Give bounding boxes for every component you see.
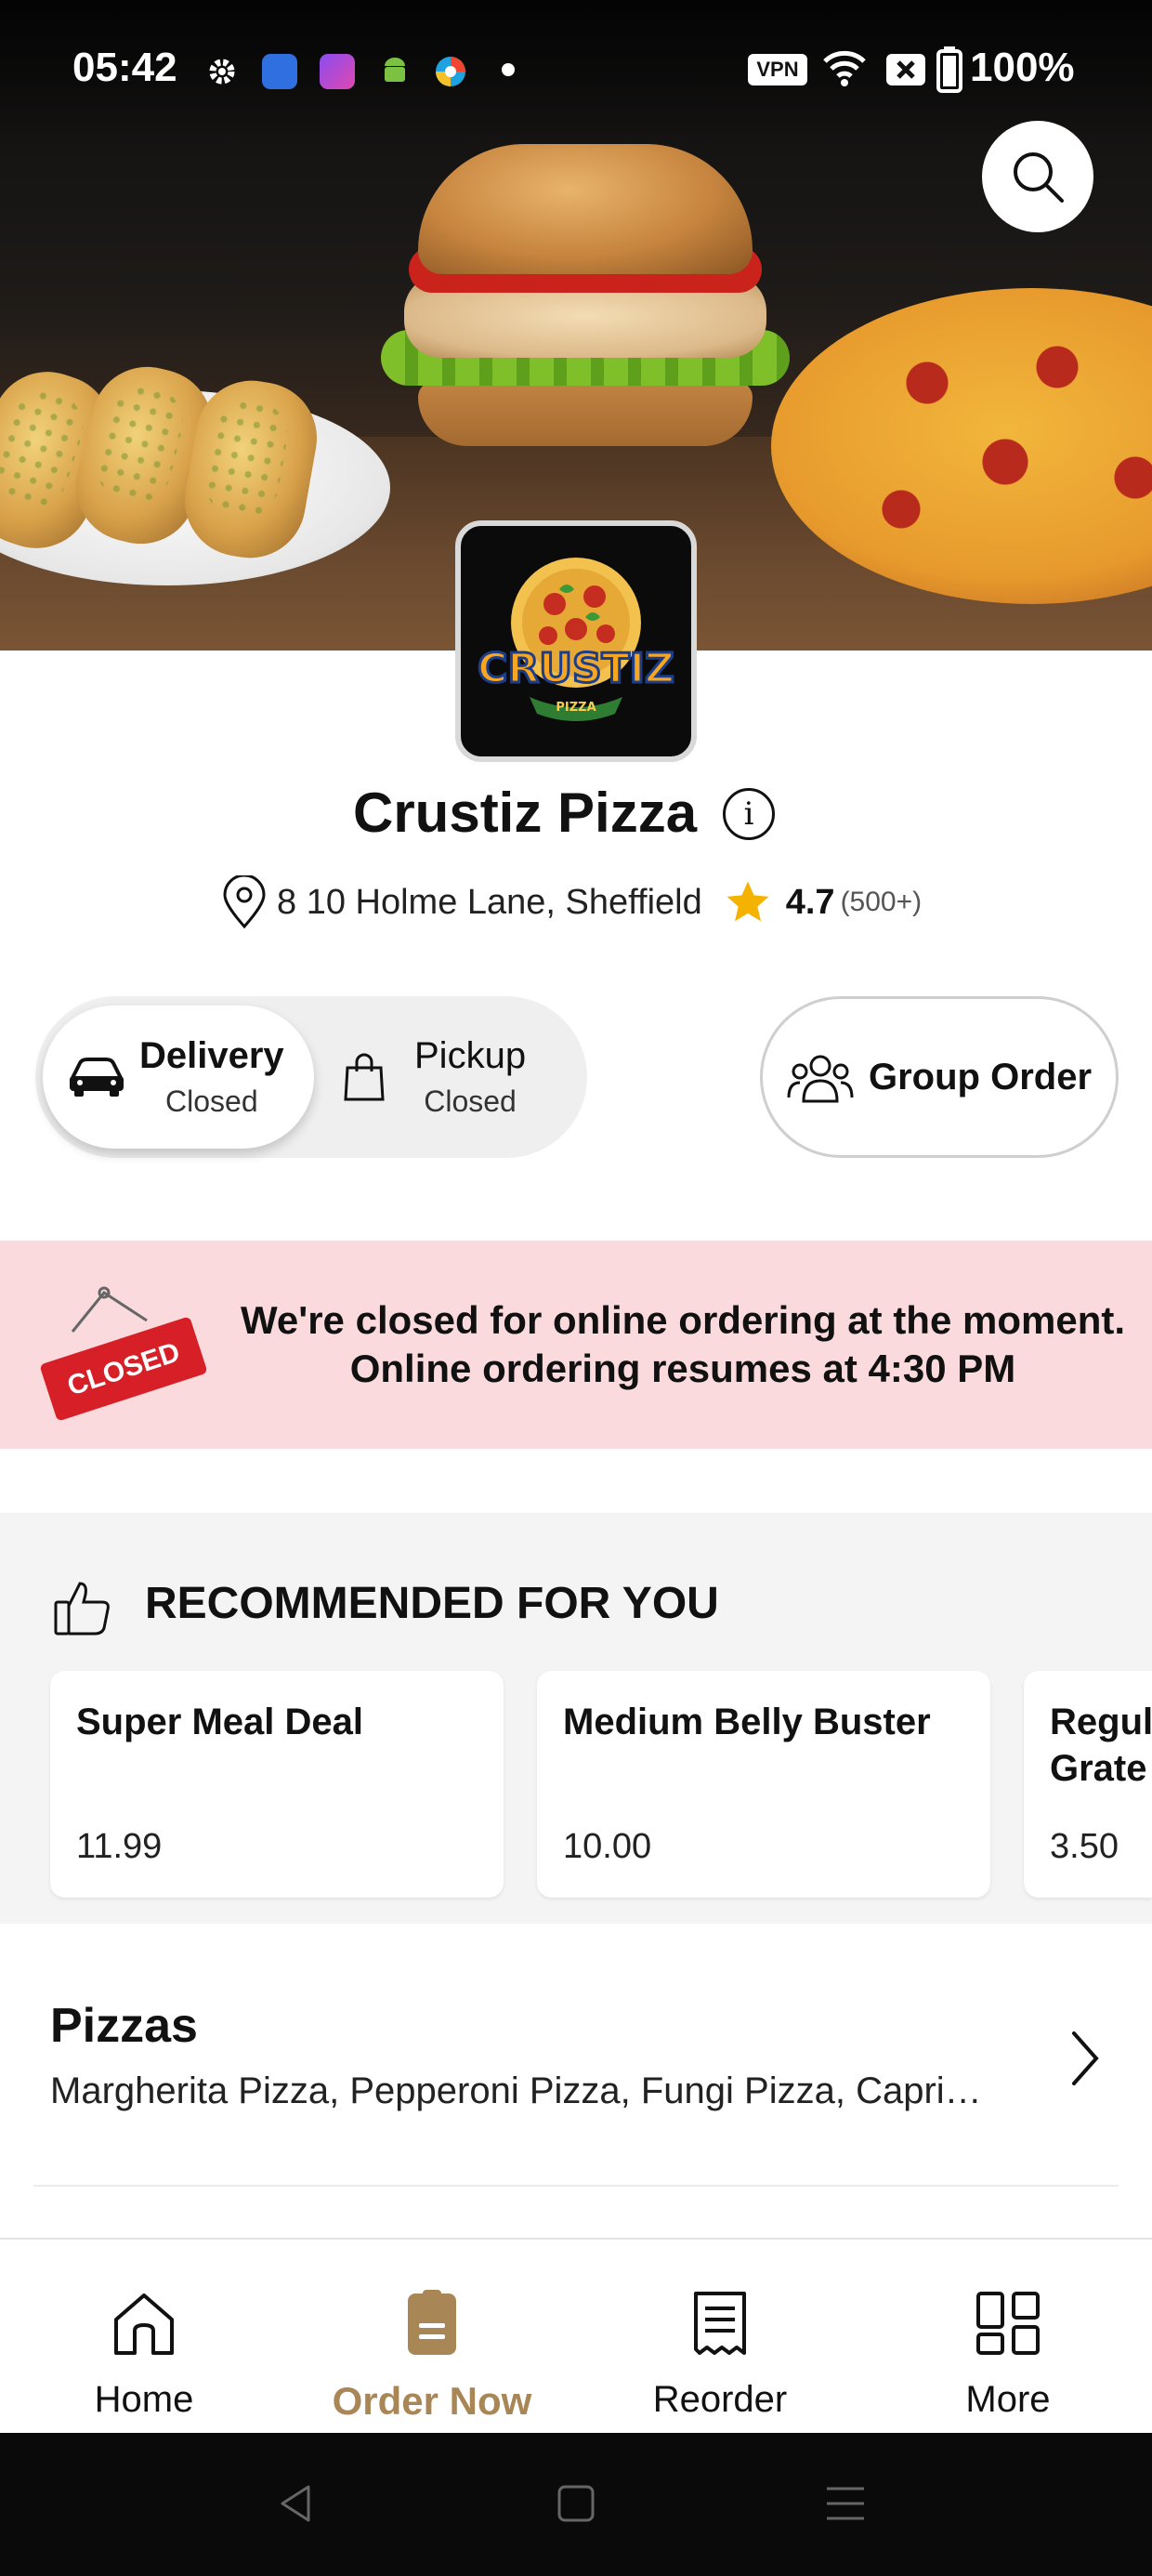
category-title: Pizzas — [50, 1999, 198, 2053]
group-order-button[interactable]: Group Order — [760, 996, 1119, 1158]
nav-more[interactable]: More — [864, 2240, 1152, 2435]
recommended-card[interactable]: Super Meal Deal 11.99 — [50, 1671, 504, 1898]
browser-app-icon — [436, 57, 465, 86]
restaurant-logo: CRUSTIZ PIZZA — [455, 520, 697, 762]
delivery-label: Delivery — [139, 1035, 284, 1076]
no-signal-icon — [886, 54, 925, 85]
nav-more-label: More — [965, 2379, 1051, 2420]
recommended-item-price: 11.99 — [76, 1827, 163, 1866]
location-pin-icon — [223, 875, 266, 929]
recommended-item-name: Regul Grate — [1050, 1702, 1152, 1789]
closed-message-line1: We're closed for online ordering at the … — [240, 1298, 1125, 1342]
search-icon — [1014, 152, 1064, 203]
wifi-icon — [823, 50, 866, 86]
home-icon — [114, 2293, 174, 2355]
address-row: 8 10 Holme Lane, Sheffield 4.7 (500+) — [221, 875, 923, 929]
order-mode-toggle: Delivery Closed Pickup Closed — [35, 996, 587, 1158]
category-description: Margherita Pizza, Pepperoni Pizza, Fungi… — [50, 2070, 982, 2111]
recommended-section: RECOMMENDED FOR YOU Super Meal Deal 11.9… — [0, 1513, 1152, 1924]
nav-home[interactable]: Home — [0, 2240, 288, 2435]
logo-subtext: PIZZA — [556, 701, 596, 715]
delivery-status: Closed — [165, 1084, 258, 1118]
home-system-icon[interactable] — [548, 2476, 604, 2531]
bottom-navigation: Home Order Now Reorder More — [0, 2238, 1152, 2433]
thumbs-up-icon — [54, 1582, 110, 1636]
search-button[interactable] — [982, 121, 1093, 232]
recommended-item-name: Super Meal Deal — [76, 1702, 364, 1742]
car-icon — [69, 1058, 124, 1097]
battery-icon — [936, 46, 962, 93]
hero-burger — [381, 144, 790, 451]
settings-icon — [209, 59, 235, 85]
category-pizzas[interactable]: Pizzas Margherita Pizza, Pepperoni Pizza… — [0, 1942, 1152, 2184]
rating-value: 4.7 — [785, 882, 835, 922]
restaurant-name: Crustiz Pizza — [353, 782, 698, 844]
recommended-item-name: Medium Belly Buster — [563, 1702, 931, 1742]
shopping-bag-icon — [344, 1053, 385, 1101]
closed-message: We're closed for online ordering at the … — [232, 1296, 1133, 1393]
status-bar: 05:42 VPN 100% — [0, 0, 1152, 139]
android-icon — [385, 58, 405, 82]
closed-banner: CLOSED We're closed for online ordering … — [0, 1241, 1152, 1449]
notification-dot-icon — [502, 63, 515, 76]
recommended-card[interactable]: Medium Belly Buster 10.00 — [537, 1671, 990, 1898]
group-order-label: Group Order — [868, 1056, 1093, 1097]
back-icon[interactable] — [269, 2476, 325, 2531]
star-icon — [727, 881, 769, 922]
grid-icon — [976, 2292, 1040, 2355]
recommended-card[interactable]: Regul Grate 3.50 — [1024, 1671, 1152, 1898]
divider — [33, 2185, 1119, 2187]
restaurant-address: 8 10 Holme Lane, Sheffield — [277, 882, 702, 922]
delivery-option[interactable]: Delivery Closed — [43, 1005, 314, 1149]
battery-percent: 100% — [970, 45, 1075, 90]
nav-reorder[interactable]: Reorder — [576, 2240, 864, 2435]
recommended-item-price: 3.50 — [1050, 1827, 1119, 1866]
pizza-logo-icon: CRUSTIZ PIZZA — [477, 558, 675, 721]
nav-home-label: Home — [94, 2379, 194, 2420]
status-time: 05:42 — [72, 45, 177, 90]
recommended-item-price: 10.00 — [563, 1827, 652, 1866]
nav-order-now[interactable]: Order Now — [288, 2240, 576, 2435]
receipt-icon — [694, 2292, 746, 2355]
system-navigation-bar — [0, 2433, 1152, 2576]
pickup-label: Pickup — [414, 1035, 527, 1076]
group-icon — [787, 1055, 854, 1103]
recents-icon[interactable] — [818, 2476, 873, 2531]
chevron-right-icon — [1072, 2031, 1099, 2085]
pickup-status: Closed — [424, 1084, 517, 1118]
order-icon — [408, 2290, 456, 2355]
recommended-title: RECOMMENDED FOR YOU — [145, 1579, 719, 1628]
nav-reorder-label: Reorder — [652, 2379, 788, 2420]
logo-text: CRUSTIZ — [478, 645, 674, 692]
closed-sign-icon: CLOSED — [40, 1286, 207, 1421]
vpn-badge: VPN — [748, 54, 807, 85]
closed-message-line2: Online ordering resumes at 4:30 PM — [349, 1347, 1016, 1390]
nav-order-now-label: Order Now — [332, 2379, 532, 2423]
pickup-option[interactable]: Pickup Closed — [342, 1005, 574, 1149]
shortcut-app-icon — [320, 54, 355, 89]
info-icon[interactable]: i — [723, 788, 775, 840]
rating-count: (500+) — [840, 887, 923, 917]
broadcast-app-icon — [262, 54, 297, 89]
